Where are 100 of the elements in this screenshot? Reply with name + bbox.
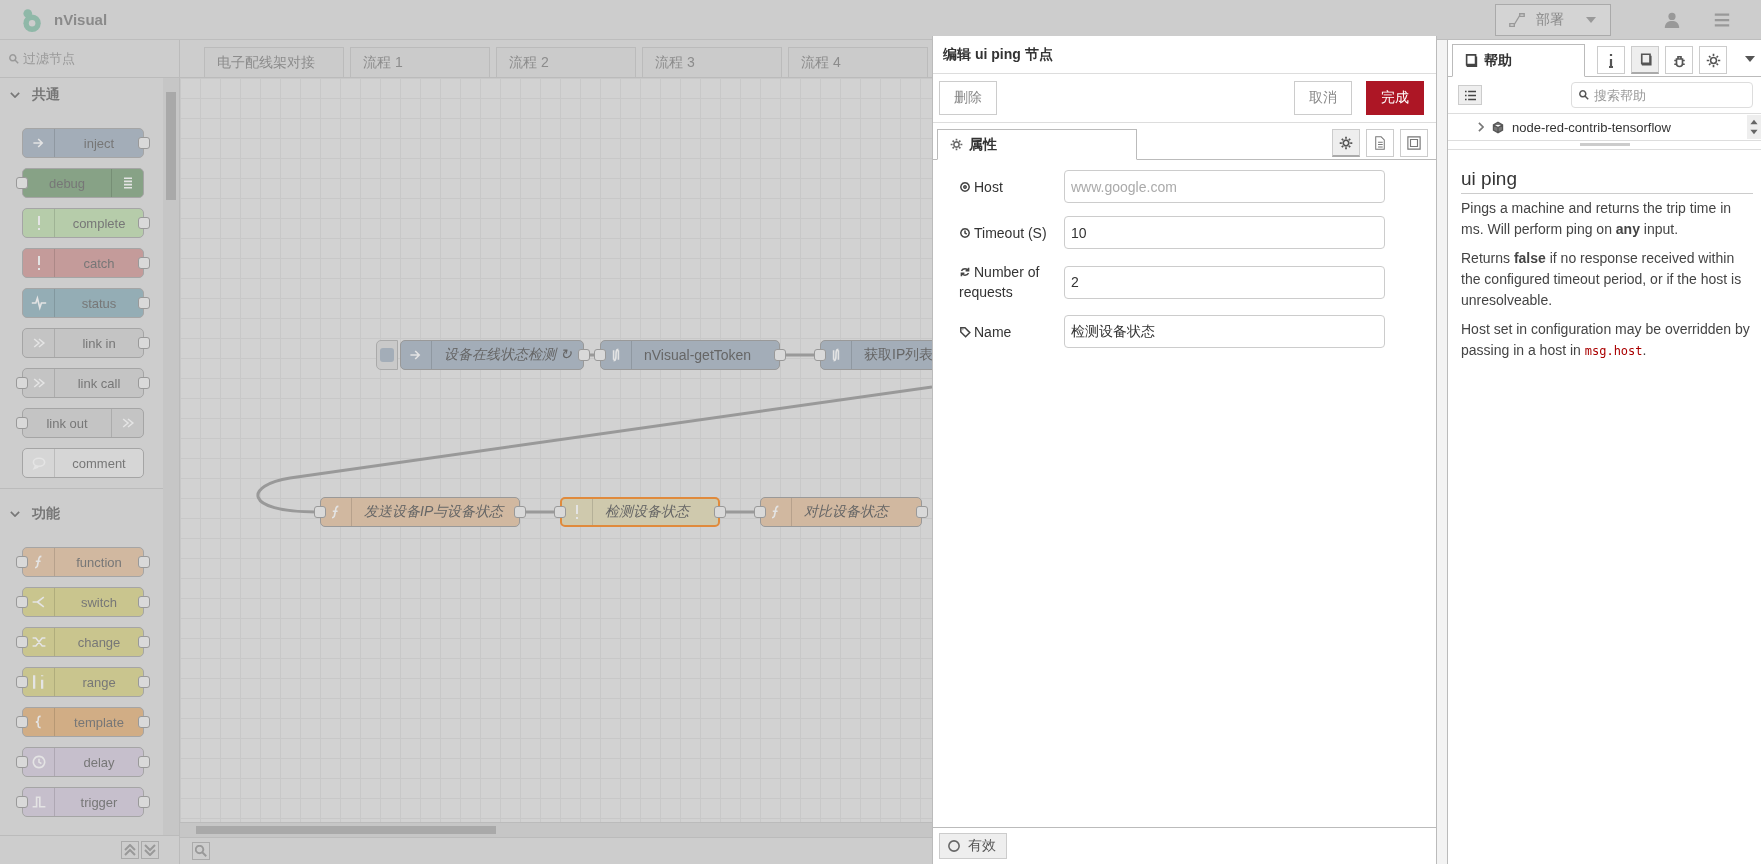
deploy-button[interactable]: 部署 [1495, 3, 1611, 36]
enabled-toggle[interactable]: 有效 [939, 833, 1007, 859]
input-port[interactable] [16, 756, 28, 768]
settings-button[interactable] [1332, 129, 1360, 157]
text-field[interactable]: 10 [1064, 216, 1385, 249]
flow-node[interactable]: 发送设备IP与设备状态 [320, 497, 520, 527]
input-port[interactable] [16, 676, 28, 688]
palette-node[interactable]: change [22, 627, 144, 657]
output-port[interactable] [138, 257, 150, 269]
output-port[interactable] [138, 676, 150, 688]
user-icon[interactable] [1663, 10, 1681, 29]
output-port[interactable] [138, 556, 150, 568]
output-port[interactable] [138, 716, 150, 728]
flow-node[interactable]: 检测设备状态 [560, 497, 720, 527]
expand-all-button[interactable] [121, 841, 139, 859]
cancel-button[interactable]: 取消 [1294, 81, 1352, 115]
done-button[interactable]: 完成 [1366, 81, 1424, 115]
input-port[interactable] [16, 716, 28, 728]
flow-node[interactable]: 设备在线状态检测 ↻ [400, 340, 584, 370]
output-port[interactable] [916, 506, 928, 518]
palette-node[interactable]: switch [22, 587, 144, 617]
range-icon [32, 674, 45, 690]
palette-node[interactable]: comment [22, 448, 144, 478]
splitter[interactable] [1437, 40, 1448, 864]
sidebar-tab[interactable] [1699, 46, 1727, 74]
scrollbar[interactable] [163, 78, 179, 835]
input-port[interactable] [314, 506, 326, 518]
search-button[interactable] [192, 842, 210, 860]
flow-tab[interactable]: 流程 4 [788, 47, 928, 77]
delete-button[interactable]: 删除 [939, 81, 997, 115]
tree-item[interactable]: node-red-contrib-tensorflow [1448, 119, 1747, 135]
text-field[interactable]: 2 [1064, 265, 1385, 299]
palette-node[interactable]: inject [22, 128, 144, 158]
description-button[interactable] [1366, 129, 1394, 157]
double-chevron-down-icon [144, 844, 156, 856]
flow-tab[interactable]: 流程 3 [642, 47, 782, 77]
caret-icon[interactable] [1745, 56, 1755, 62]
sidebar-tab[interactable] [1631, 46, 1659, 74]
palette-node[interactable]: catch [22, 248, 144, 278]
output-port[interactable] [138, 636, 150, 648]
sidebar-tab[interactable] [1597, 46, 1625, 74]
output-port[interactable] [138, 137, 150, 149]
flow-tab[interactable]: 流程 1 [350, 47, 490, 77]
input-port[interactable] [16, 636, 28, 648]
text-field[interactable]: 检测设备状态 [1064, 315, 1385, 348]
book-icon [1465, 54, 1478, 67]
input-port[interactable] [16, 177, 28, 189]
output-port[interactable] [578, 349, 590, 361]
input-port[interactable] [16, 417, 28, 429]
input-port[interactable] [754, 506, 766, 518]
palette-node[interactable]: complete [22, 208, 144, 238]
sidebar-tab[interactable] [1665, 46, 1693, 74]
flow-node[interactable]: 获取IP列表 [820, 340, 932, 370]
output-port[interactable] [138, 596, 150, 608]
palette-node[interactable]: link in [22, 328, 144, 358]
flow-tab[interactable]: 电子配线架对接 [204, 47, 344, 77]
flow-node[interactable]: nVisual-getToken [600, 340, 780, 370]
output-port[interactable] [138, 217, 150, 229]
collapse-all-button[interactable] [141, 841, 159, 859]
menu-icon[interactable] [1713, 10, 1731, 29]
clock-icon [30, 754, 47, 770]
flow-tab[interactable]: 流程 2 [496, 47, 636, 77]
help-tab[interactable]: 帮助 [1452, 44, 1585, 77]
palette-node[interactable]: delay [22, 747, 144, 777]
search-icon [1578, 89, 1590, 101]
output-port[interactable] [138, 756, 150, 768]
input-port[interactable] [554, 506, 566, 518]
input-port[interactable] [814, 349, 826, 361]
resize-handle[interactable] [1448, 141, 1761, 150]
palette-node[interactable]: trigger [22, 787, 144, 817]
output-port[interactable] [714, 506, 726, 518]
input-port[interactable] [16, 556, 28, 568]
properties-tab[interactable]: 属性 [937, 129, 1137, 160]
input-port[interactable] [16, 596, 28, 608]
search-field[interactable]: 搜索帮助 [1571, 82, 1753, 108]
output-port[interactable] [138, 337, 150, 349]
field-label: Name [959, 321, 1064, 342]
palette-node[interactable]: status [22, 288, 144, 318]
output-port[interactable] [138, 796, 150, 808]
input-port[interactable] [16, 377, 28, 389]
palette-node[interactable]: function [22, 547, 144, 577]
palette-node[interactable]: link out [22, 408, 144, 438]
palette-node[interactable]: link call [22, 368, 144, 398]
palette-node[interactable]: template [22, 707, 144, 737]
inject-button[interactable] [376, 340, 398, 370]
scrollbar[interactable] [1747, 115, 1761, 139]
scrollbar[interactable] [180, 822, 932, 837]
text-field[interactable]: www.google.com [1064, 170, 1385, 203]
palette-node[interactable]: range [22, 667, 144, 697]
flow-node[interactable]: 对比设备状态 [760, 497, 922, 527]
output-port[interactable] [774, 349, 786, 361]
list-button[interactable] [1458, 85, 1482, 105]
output-port[interactable] [138, 377, 150, 389]
category-header[interactable]: 功能 [0, 497, 163, 531]
category-header[interactable]: 共通 [0, 78, 163, 112]
output-port[interactable] [138, 297, 150, 309]
output-port[interactable] [514, 506, 526, 518]
appearance-button[interactable] [1400, 129, 1428, 157]
input-port[interactable] [594, 349, 606, 361]
input-port[interactable] [16, 796, 28, 808]
